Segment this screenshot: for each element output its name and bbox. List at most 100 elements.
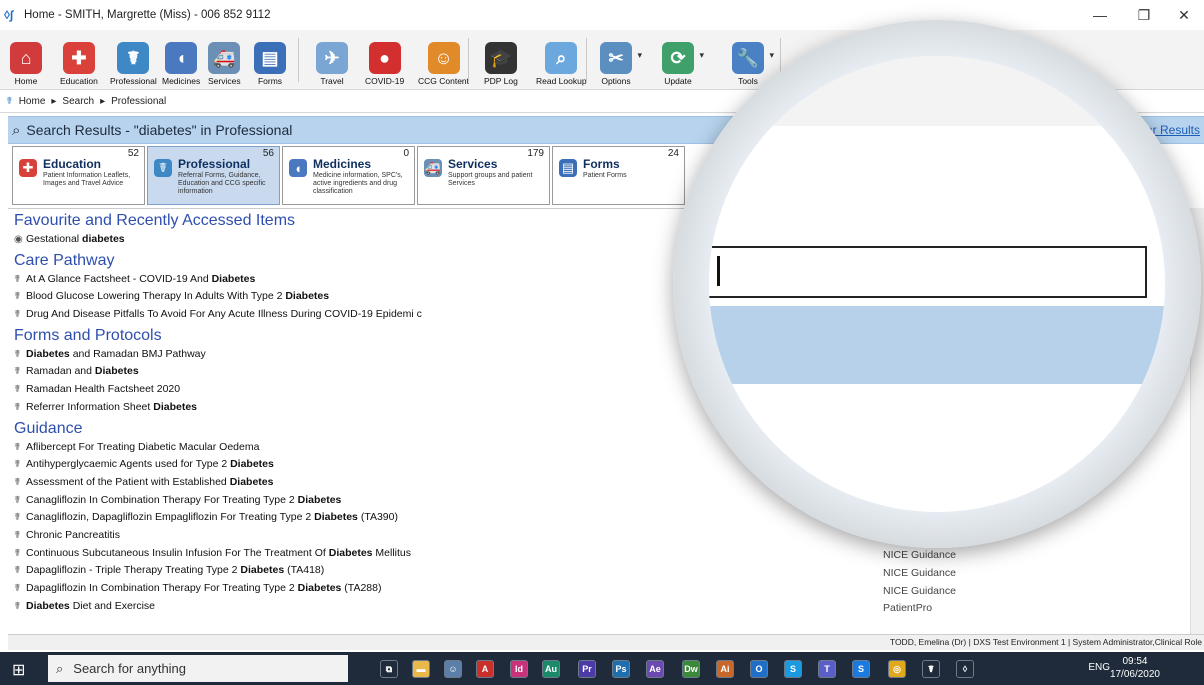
toolbar-button-pdp-log[interactable]: 🎓 PDP Log (484, 34, 518, 86)
window-title: Home - SMITH, Margrette (Miss) - 006 852… (24, 9, 271, 21)
outlook-icon[interactable]: O (750, 660, 768, 678)
audition-icon[interactable]: Au (542, 660, 560, 678)
toolbar-button-covid-19[interactable]: ● COVID-19 (365, 34, 404, 86)
toolbar-button-label: Home (14, 76, 38, 86)
taskbar-search[interactable]: ⌕ Search for anything (48, 655, 348, 682)
breadcrumb-professional[interactable]: Professional (111, 96, 166, 107)
toolbar-button-travel[interactable]: ✈ Travel (316, 34, 348, 86)
contacts-icon[interactable]: ☺ (444, 660, 462, 678)
toolbar-separator (298, 38, 299, 82)
teams-icon[interactable]: T (818, 660, 836, 678)
toolbar-button-label: PDP Log (484, 76, 518, 86)
acrobat-icon[interactable]: A (476, 660, 494, 678)
category-count: 0 (403, 148, 409, 159)
category-tab-medicines[interactable]: ◖ 0 Medicines Medicine information, SPC's, … (282, 146, 415, 205)
after-effects-icon[interactable]: Ae (646, 660, 664, 678)
item-source: PatientPro (883, 602, 933, 614)
windows-start-icon[interactable]: ⊞ (12, 660, 25, 680)
item-text-match: diabetes (82, 233, 125, 245)
breadcrumb-search[interactable]: Search (62, 96, 94, 107)
toolbar-button-label: Travel (320, 76, 344, 86)
item-text-pre: Canagliflozin In Combination Therapy For… (26, 493, 298, 506)
list-item[interactable]: ☤ Dapagliflozin In Combination Therapy Fo… (8, 580, 1194, 598)
close-button[interactable]: ✕ (1164, 0, 1204, 30)
app-logo-icon: ◊∫ (4, 8, 14, 22)
caduceus-icon: ☤ (14, 476, 21, 488)
file-explorer-icon[interactable]: ▬ (412, 660, 430, 678)
category-icon: ◖ (289, 159, 307, 177)
people-icon: ☺ (427, 42, 460, 74)
toolbar-button-ccg-content[interactable]: ☺ CCG Content (418, 34, 469, 86)
list-item[interactable]: ☤ Dapagliflozin - Triple Therapy Treating… (8, 562, 1194, 580)
item-text-pre: Canagliflozin, Dapagliflozin Empaglifloz… (26, 511, 315, 524)
dxs-app-icon[interactable]: ◊ (956, 660, 974, 678)
chevron-down-icon[interactable]: ▾ (699, 50, 704, 61)
magnified-toolbar (709, 56, 1165, 126)
language-indicator[interactable]: ENG (1088, 662, 1110, 673)
magnified-results-bar (709, 306, 1165, 384)
toolbar-separator (468, 38, 469, 82)
category-tab-services[interactable]: 🚑 179 Services Support groups and patient S… (417, 146, 550, 205)
toolbar-button-update[interactable]: ⟳ Update ▾ (662, 34, 704, 86)
item-text-match: Diabetes (211, 272, 256, 285)
toolbar-button-label: Forms (257, 76, 283, 86)
caduceus-icon: ☤ (14, 273, 21, 285)
toolbar-button-home[interactable]: ⌂ Home (10, 34, 42, 86)
list-item[interactable]: ☤ Continuous Subcutaneous Insulin Infusio… (8, 545, 1194, 563)
chevron-down-icon[interactable]: ▾ (637, 50, 642, 61)
item-text-match: Diabetes (328, 546, 373, 559)
item-text-post: (TA390) (357, 511, 398, 524)
toolbar-button-options[interactable]: ✂ Options ▾ (600, 34, 642, 86)
toolbar-button-label: Services (208, 76, 241, 86)
item-text-match: Diabetes (285, 290, 330, 303)
taskbar-clock[interactable]: 09:54 17/06/2020 (1110, 655, 1160, 681)
caduceus-icon: ☤ (14, 583, 21, 594)
restore-button[interactable]: ❐ (1124, 0, 1164, 30)
taskbar-search-placeholder: Search for anything (73, 661, 187, 676)
skype-business-icon[interactable]: S (852, 660, 870, 678)
indesign-icon[interactable]: Id (510, 660, 528, 678)
category-title: Education (43, 157, 102, 171)
illustrator-icon[interactable]: Ai (716, 660, 734, 678)
category-tab-education[interactable]: ✚ 52 Education Patient Information Leaflets… (12, 146, 145, 205)
photoshop-icon[interactable]: Ps (612, 660, 630, 678)
category-description: Patient Information Leaflets, Images and… (43, 172, 131, 187)
toolbar-button-education[interactable]: ✚ Education (60, 34, 98, 86)
item-text-pre: Continuous Subcutaneous Insulin Infusion… (26, 546, 329, 559)
premiere-icon[interactable]: Pr (578, 660, 596, 678)
skype-icon[interactable]: S (784, 660, 802, 678)
item-text-match: Diabetes (240, 564, 285, 577)
breadcrumb-separator-icon: ▸ (100, 96, 106, 107)
text-caret (717, 256, 720, 286)
caduceus-app-icon[interactable]: ☤ (922, 660, 940, 678)
toolbar-button-label: Professional (110, 76, 157, 86)
item-source: NICE Guidance (883, 567, 956, 579)
item-text-pre: Ramadan and (26, 365, 95, 378)
magnifier-overlay (673, 20, 1201, 548)
breadcrumb-home[interactable]: Home (19, 96, 46, 107)
toolbar-button-forms[interactable]: ▤ Forms (254, 34, 286, 86)
toolbar-button-label: COVID-19 (365, 76, 405, 86)
toolbar-separator (586, 38, 587, 82)
caduceus-icon: ☤ (14, 291, 21, 303)
category-description: Medicine information, SPC's, active ingr… (313, 172, 403, 195)
toolbar-button-read-lookup[interactable]: ⌕ Read Lookup (536, 34, 587, 86)
magnified-search-field[interactable] (709, 246, 1147, 298)
chrome-icon[interactable]: ◎ (888, 660, 906, 678)
tools-icon: ✂ (600, 42, 632, 74)
item-text-pre: Ramadan Health Factsheet 2020 (26, 383, 181, 396)
toolbar-button-services[interactable]: 🚑 Services (208, 34, 241, 86)
toolbar-button-medicines[interactable]: ◖ Medicines (162, 34, 200, 86)
item-text-match: Diabetes (229, 475, 274, 488)
category-tab-professional[interactable]: ☤ 56 Professional Referral Forms, Guidance,… (147, 146, 280, 205)
list-item[interactable]: ☤ Diabetes Diet and Exercise (8, 598, 1194, 616)
item-text-pre: Blood Glucose Lowering Therapy In Adults… (26, 290, 286, 303)
dreamweaver-icon[interactable]: Dw (682, 660, 700, 678)
caduceus-icon: ☤ (6, 96, 13, 107)
toolbar-button-professional[interactable]: ☤ Professional (110, 34, 157, 86)
breadcrumb-separator-icon: ▸ (51, 96, 57, 107)
task-view-icon[interactable]: ⧉ (380, 660, 398, 678)
minimize-button[interactable]: — (1080, 0, 1120, 30)
status-bar: TODD, Emelina (Dr) | DXS Test Environmen… (8, 634, 1204, 650)
category-tab-forms[interactable]: ▤ 24 Forms Patient Forms (552, 146, 685, 205)
